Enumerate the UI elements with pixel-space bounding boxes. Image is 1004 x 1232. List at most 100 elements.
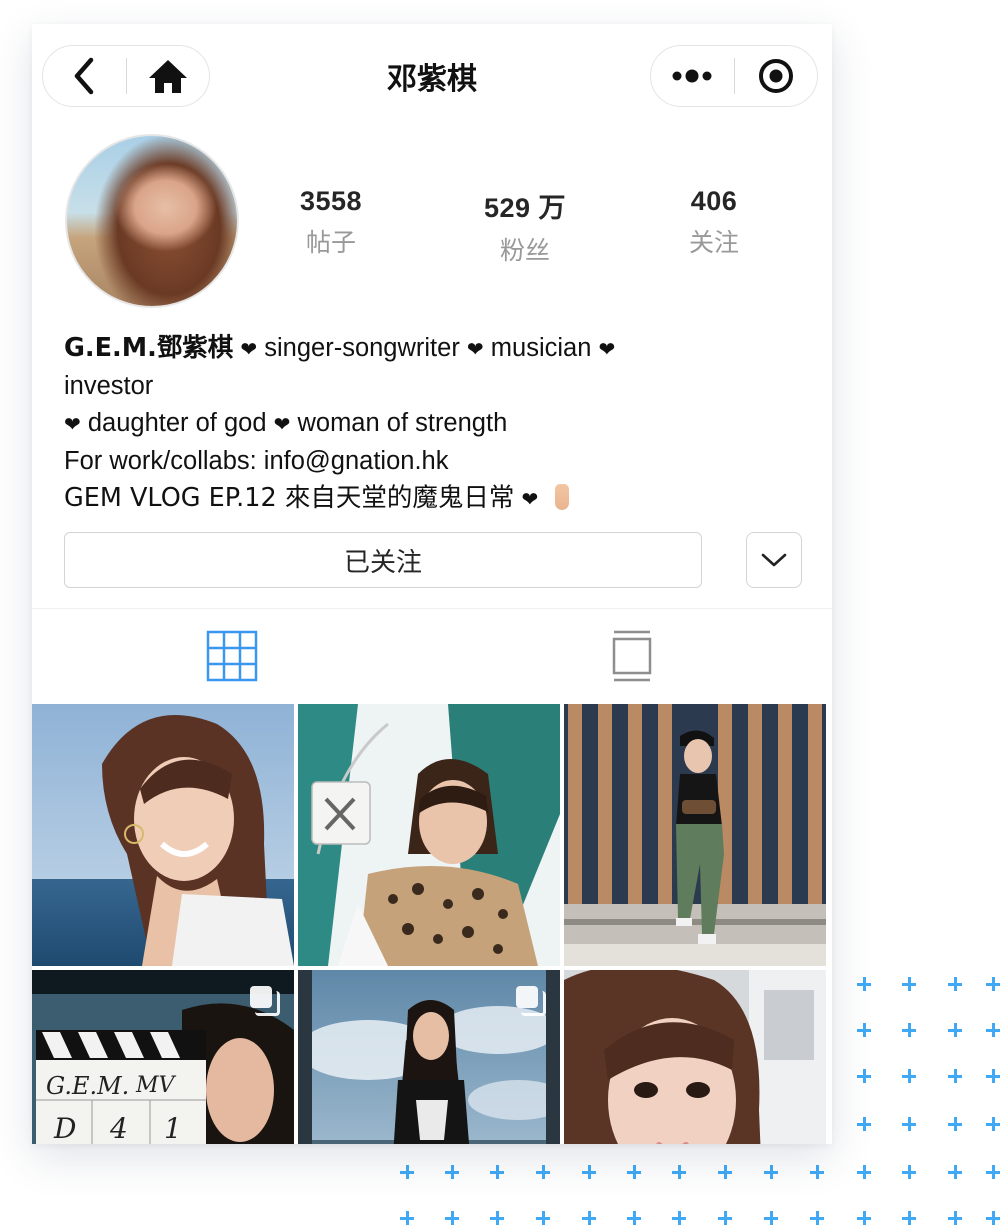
plus-decoration-icon (857, 1165, 871, 1179)
plus-decoration-icon (536, 1211, 550, 1225)
close-miniprogram-button[interactable] (735, 46, 818, 106)
plus-decoration-icon (857, 1211, 871, 1225)
stat-followers-label: 粉丝 (499, 236, 550, 265)
plus-decoration-icon (536, 1165, 550, 1179)
plus-decoration-icon (400, 1165, 414, 1179)
clapper-text: D (53, 1112, 76, 1144)
more-dots-icon (672, 69, 712, 83)
plus-decoration-icon (627, 1211, 641, 1225)
bio-text: daughter of god (87, 409, 267, 437)
feed-view-icon (612, 630, 652, 682)
grid-icon (206, 630, 258, 682)
heart-icon: ❤ (240, 337, 258, 361)
stat-following-label: 关注 (688, 228, 739, 257)
plus-decoration-icon (902, 1165, 916, 1179)
grid-photo[interactable] (32, 704, 294, 966)
plus-decoration-icon (445, 1165, 459, 1179)
stat-followers[interactable]: 529 万 粉丝 (450, 186, 600, 267)
bio-line: ❤ daughter of god ❤ woman of strength (64, 405, 804, 443)
grid-photo[interactable] (564, 970, 826, 1144)
grid-photo[interactable] (564, 704, 826, 966)
multiple-photos-icon (250, 986, 280, 1016)
plus-decoration-icon (902, 977, 916, 991)
plus-decoration-icon (810, 1211, 824, 1225)
chevron-down-icon (761, 553, 787, 567)
plus-decoration-icon (902, 1117, 916, 1131)
grid-photo[interactable]: G.E.M. MV D 4 1 (32, 970, 294, 1144)
plus-decoration-icon (857, 1117, 871, 1131)
record-circle-icon (758, 59, 793, 93)
plus-decoration-icon (490, 1211, 504, 1225)
bio-line: GEM VLOG EP.12 來自天堂的魔鬼日常 ❤ (64, 480, 804, 518)
heart-icon: ❤ (521, 487, 539, 511)
plus-decoration-icon (582, 1211, 596, 1225)
grid-photo[interactable] (298, 704, 560, 966)
photo-image (564, 704, 826, 966)
stat-following[interactable]: 406 关注 (639, 186, 789, 259)
plus-decoration-icon (986, 1117, 1000, 1131)
photo-image (564, 970, 826, 1144)
bio-line: For work/collabs: info@gnation.hk (64, 447, 449, 475)
clapper-text: MV (135, 1073, 177, 1098)
plus-decoration-icon (948, 1023, 962, 1037)
plus-decoration-icon (764, 1165, 778, 1179)
profile-name: G.E.M.鄧紫棋 (64, 333, 234, 363)
heart-icon: ❤ (64, 412, 81, 436)
bio-text: GEM VLOG EP.12 來自天堂的魔鬼日常 (64, 483, 515, 513)
profile-avatar[interactable] (65, 134, 239, 308)
stat-following-count: 406 (690, 186, 738, 216)
clapper-text: 4 (109, 1112, 128, 1144)
stat-followers-count: 529 万 (483, 193, 567, 223)
heart-icon: ❤ (598, 337, 616, 361)
plus-decoration-icon (857, 1069, 871, 1083)
bio-line: G.E.M.鄧紫棋 ❤ singer-songwriter ❤ musician… (64, 330, 804, 368)
plus-decoration-icon (490, 1165, 504, 1179)
tab-feed[interactable] (604, 628, 660, 684)
bio-line: investor (64, 372, 154, 400)
plus-decoration-icon (986, 977, 1000, 991)
plus-decoration-icon (986, 1211, 1000, 1225)
plus-decoration-icon (672, 1165, 686, 1179)
plus-decoration-icon (857, 1023, 871, 1037)
plus-decoration-icon (902, 1023, 916, 1037)
suggestions-dropdown-button[interactable] (746, 532, 802, 588)
plus-decoration-icon (764, 1211, 778, 1225)
bio-text: musician (490, 334, 592, 362)
plus-decoration-icon (718, 1165, 732, 1179)
plus-decoration-icon (672, 1211, 686, 1225)
plus-decoration-icon (627, 1165, 641, 1179)
stat-posts[interactable]: 3558 帖子 (256, 186, 406, 259)
plus-decoration-icon (948, 1211, 962, 1225)
more-button[interactable] (651, 46, 734, 106)
phone-screen: 邓紫棋 3558 帖子 529 万 粉丝 406 关注 G.E.M.鄧紫棋 ❤ … (32, 24, 832, 1144)
heart-icon: ❤ (273, 412, 291, 436)
plus-decoration-icon (718, 1211, 732, 1225)
plus-decoration-icon (857, 977, 871, 991)
plus-decoration-icon (810, 1165, 824, 1179)
stat-posts-count: 3558 (299, 186, 363, 216)
plus-decoration-icon (986, 1023, 1000, 1037)
photo-image (32, 704, 294, 966)
following-button[interactable]: 已关注 (64, 532, 702, 588)
grid-photo[interactable] (298, 970, 560, 1144)
plus-decoration-icon (445, 1211, 459, 1225)
nav-right-capsule (650, 45, 818, 107)
plus-decoration-icon (948, 1165, 962, 1179)
plus-decoration-icon (948, 1069, 962, 1083)
plus-decoration-icon (902, 1211, 916, 1225)
clapper-text: 1 (164, 1112, 182, 1144)
profile-bio: G.E.M.鄧紫棋 ❤ singer-songwriter ❤ musician… (64, 330, 804, 518)
multiple-photos-icon (516, 986, 546, 1016)
plus-decoration-icon (582, 1165, 596, 1179)
plus-decoration-icon (948, 1117, 962, 1131)
plus-decoration-icon (986, 1165, 1000, 1179)
bio-text: singer-songwriter (264, 334, 460, 362)
bio-text: woman of strength (297, 409, 508, 437)
pointing-down-icon (555, 484, 570, 510)
tab-grid[interactable] (204, 628, 260, 684)
heart-icon: ❤ (466, 337, 484, 361)
section-divider (32, 608, 832, 609)
plus-decoration-icon (902, 1069, 916, 1083)
photo-image (298, 704, 560, 966)
plus-decoration-icon (986, 1069, 1000, 1083)
